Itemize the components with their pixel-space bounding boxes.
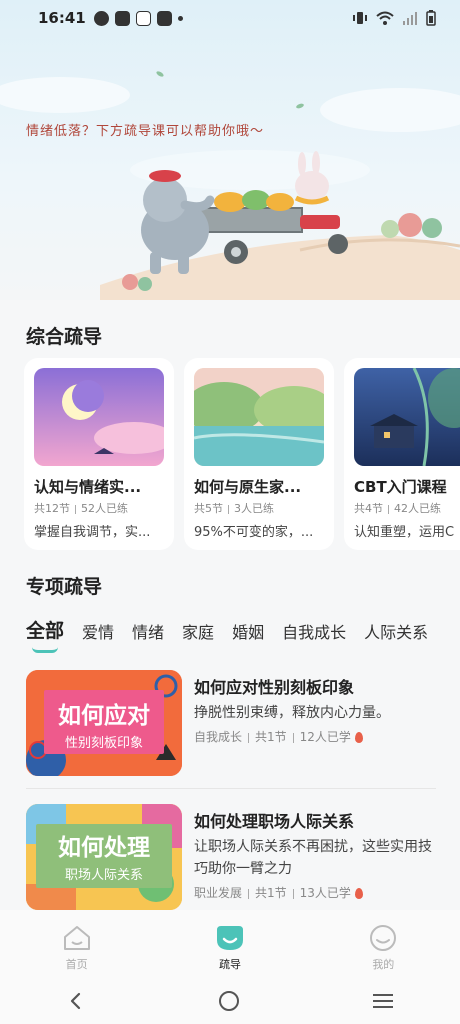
nav-me[interactable]: 我的 <box>307 910 460 978</box>
topic-thumbnail: 如何处理 职场人际关系 <box>26 804 182 910</box>
home-icon <box>63 926 90 950</box>
status-bar: 16:41 <box>0 0 460 36</box>
thumb-subtitle: 职场人际关系 <box>64 868 143 883</box>
check-notification-icon <box>93 10 109 26</box>
topic-description: 挣脱性别束缚，释放内心力量。 <box>194 705 390 721</box>
wifi-icon <box>376 11 394 25</box>
topic-category: 职业发展 <box>194 886 243 900</box>
learner-count: 42人已练 <box>394 502 441 515</box>
back-icon[interactable] <box>66 991 86 1011</box>
course-meta: 共4节 42人已练 <box>354 500 441 516</box>
course-card[interactable]: 认知与情绪实... 共12节 52人已练 掌握自我调节，实... <box>24 358 174 550</box>
general-course-list: 认知与情绪实... 共12节 52人已练 掌握自我调节，实... 如何与原生家..… <box>24 358 460 550</box>
tab-family[interactable]: 家庭 <box>182 619 214 643</box>
course-meta: 共12节 52人已练 <box>34 500 128 516</box>
tab-label: 全部 <box>26 620 65 642</box>
general-section-title: 综合疏导 <box>26 326 103 348</box>
course-title: 认知与情绪实... <box>34 478 142 496</box>
tab-self-growth[interactable]: 自我成长 <box>282 619 346 643</box>
lesson-count: 共5节 <box>194 502 223 515</box>
learner-count: 3人已练 <box>234 502 274 515</box>
lesson-count: 共1节 <box>255 886 287 900</box>
tab-relationships[interactable]: 人际关系 <box>364 619 428 643</box>
bottom-nav: 首页 疏导 我的 <box>0 910 460 978</box>
lesson-count: 共12节 <box>34 502 70 515</box>
thumb-headline: 如何处理 <box>58 835 150 861</box>
hero-banner: 情绪低落？下方疏导课可以帮助你哦～ <box>0 0 460 300</box>
menu-icon[interactable] <box>372 991 394 1011</box>
nav-guide[interactable]: 疏导 <box>153 910 306 978</box>
course-description: 95%不可变的家，... <box>194 525 314 540</box>
tab-all[interactable]: 全部 <box>26 616 65 653</box>
more-notifications-icon <box>177 15 183 21</box>
tab-emotion[interactable]: 情绪 <box>132 619 164 643</box>
thumb-subtitle: 性别刻板印象 <box>64 736 143 751</box>
active-tab-indicator <box>32 647 58 653</box>
course-description: 认知重塑，运用C <box>354 525 455 540</box>
topic-item[interactable]: 如何处理 职场人际关系 如何处理职场人际关系 让职场人际关系不再困扰，这些实用技… <box>26 804 436 914</box>
profile-icon <box>370 925 397 951</box>
course-thumbnail <box>194 368 324 466</box>
nav-home-label: 首页 <box>65 958 88 971</box>
signal-icon <box>403 12 417 25</box>
course-title: CBT入门课程 <box>354 478 447 496</box>
clock: 16:41 <box>38 9 86 27</box>
lesson-count: 共1节 <box>255 730 287 744</box>
nav-guide-label: 疏导 <box>218 958 241 971</box>
tab-marriage[interactable]: 婚姻 <box>232 619 264 643</box>
nav-me-label: 我的 <box>372 958 395 971</box>
learner-count: 13人已学 <box>299 886 351 900</box>
battery-icon <box>426 10 436 26</box>
topic-meta: 职业发展 共1节 13人已学 <box>194 884 363 901</box>
vibrate-icon <box>353 12 367 24</box>
leaf-notification-icon <box>135 10 151 26</box>
learner-count: 52人已练 <box>81 502 128 515</box>
course-card[interactable]: 如何与原生家... 共5节 3人已练 95%不可变的家，... <box>184 358 334 550</box>
hero-caption: 情绪低落？下方疏导课可以帮助你哦～ <box>26 124 265 139</box>
topic-item[interactable]: 如何应对 性别刻板印象 如何应对性别刻板印象 挣脱性别束缚，释放内心力量。 自我… <box>26 670 436 780</box>
topic-title: 如何处理职场人际关系 <box>194 812 355 831</box>
course-meta: 共5节 3人已练 <box>194 500 274 516</box>
topic-meta: 自我成长 共1节 12人已学 <box>194 728 363 745</box>
home-circle-icon[interactable] <box>218 990 240 1012</box>
topic-description: 让职场人际关系不再困扰，这些实用技巧助你一臂之力 <box>194 839 432 877</box>
course-thumbnail <box>34 368 164 466</box>
topic-thumbnail: 如何应对 性别刻板印象 <box>26 670 182 776</box>
system-nav-bar <box>0 978 460 1024</box>
special-section-title: 专项疏导 <box>26 576 103 598</box>
thumb-headline: 如何应对 <box>58 703 150 729</box>
nav-home[interactable]: 首页 <box>0 910 153 978</box>
topic-title: 如何应对性别刻板印象 <box>194 678 355 697</box>
course-title: 如何与原生家... <box>194 478 302 496</box>
category-tabs: 全部 爱情 情绪 家庭 婚姻 自我成长 人际关系 <box>26 616 446 653</box>
mail-notification-icon <box>114 10 130 26</box>
course-description: 掌握自我调节，实... <box>34 525 151 540</box>
lesson-count: 共4节 <box>354 502 383 515</box>
app-notification-icon <box>156 10 172 26</box>
hot-flame-icon <box>354 888 363 899</box>
hot-flame-icon <box>354 732 363 743</box>
course-card[interactable]: CBT入门课程 共4节 42人已练 认知重塑，运用C <box>344 358 460 550</box>
course-thumbnail <box>354 368 460 466</box>
guide-icon <box>216 926 243 950</box>
learner-count: 12人已学 <box>299 730 351 744</box>
tab-love[interactable]: 爱情 <box>82 619 114 643</box>
hero-illustration <box>0 71 460 300</box>
topic-category: 自我成长 <box>194 730 243 744</box>
list-divider <box>26 788 436 789</box>
